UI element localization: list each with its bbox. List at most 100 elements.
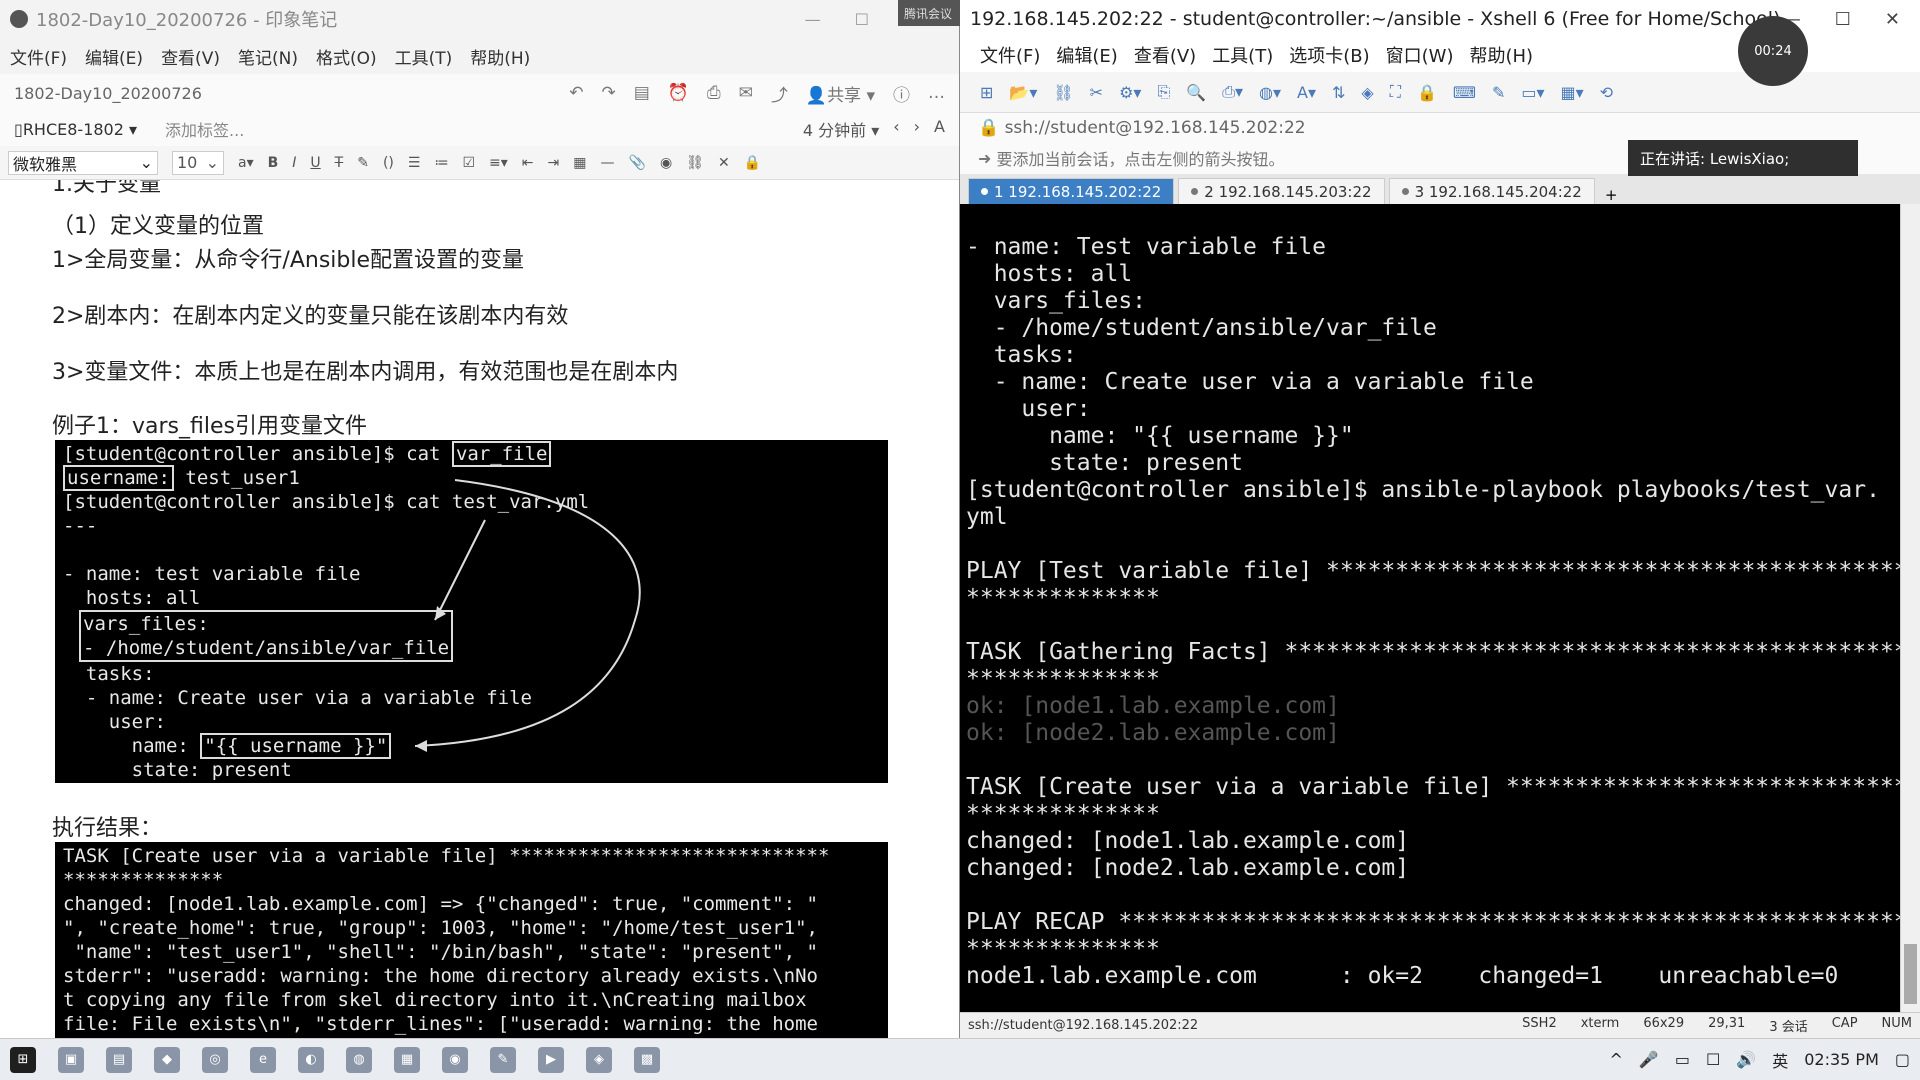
- refresh-icon[interactable]: ⟲: [1600, 83, 1613, 102]
- layout-icon[interactable]: ▭▾: [1521, 83, 1544, 102]
- menu-view[interactable]: 查看(V): [1134, 42, 1196, 68]
- copy-icon[interactable]: ⎘: [1157, 82, 1170, 102]
- add-tag-input[interactable]: 添加标签...: [165, 117, 244, 141]
- app-icon-6[interactable]: ◉: [442, 1046, 468, 1073]
- link-icon[interactable]: ⛓: [686, 155, 704, 171]
- terminal-scrollbar[interactable]: [1900, 204, 1920, 1012]
- share-button[interactable]: 👤共享 ▾: [806, 81, 875, 106]
- menu-help[interactable]: 帮助(H): [1469, 42, 1533, 68]
- reminder-icon[interactable]: ⏰: [668, 83, 689, 103]
- undo-icon[interactable]: ↶: [569, 83, 583, 103]
- mic-icon[interactable]: 🎤: [1639, 1050, 1659, 1069]
- tile-icon[interactable]: ▦▾: [1561, 83, 1584, 102]
- globe-icon[interactable]: ◍▾: [1259, 83, 1281, 102]
- battery-icon[interactable]: ▭: [1675, 1050, 1690, 1069]
- font-color-icon[interactable]: A: [934, 117, 945, 141]
- print-icon[interactable]: ⎙: [707, 83, 721, 103]
- encrypt-icon[interactable]: 🔒: [744, 155, 761, 171]
- menu-edit[interactable]: 编辑(E): [1056, 42, 1117, 68]
- new-session-icon[interactable]: ⊞: [980, 83, 993, 102]
- highlight-icon[interactable]: ✎: [357, 155, 369, 171]
- session-tab-2[interactable]: 2 192.168.145.203:22: [1178, 178, 1385, 204]
- more-icon[interactable]: …: [928, 83, 945, 103]
- notebook-selector[interactable]: ▯RHCE8-1802 ▾: [14, 120, 137, 139]
- menu-window[interactable]: 窗口(W): [1386, 42, 1454, 68]
- address-bar[interactable]: 🔒 ssh://student@192.168.145.202:22: [960, 112, 1920, 142]
- menu-tools[interactable]: 工具(T): [1212, 42, 1273, 68]
- menu-file[interactable]: 文件(F): [10, 44, 67, 69]
- menu-edit[interactable]: 编辑(E): [85, 44, 143, 69]
- record-icon[interactable]: ◉: [660, 155, 672, 171]
- menu-help[interactable]: 帮助(H): [470, 44, 530, 69]
- hr-icon[interactable]: —: [601, 155, 615, 171]
- lock-icon[interactable]: 🔒: [1417, 83, 1437, 102]
- meeting-avatar[interactable]: 00:24: [1738, 16, 1808, 86]
- task-view-icon[interactable]: ▣: [58, 1046, 84, 1073]
- presentation-icon[interactable]: ▤: [634, 83, 650, 103]
- address-text[interactable]: ssh://student@192.168.145.202:22: [1005, 118, 1306, 138]
- script-icon[interactable]: ✎: [1492, 83, 1505, 102]
- text-color-icon[interactable]: a▾: [238, 155, 254, 171]
- connect-icon[interactable]: ⛓: [1053, 83, 1073, 102]
- clear-format-icon[interactable]: ✕: [718, 155, 730, 171]
- fullscreen-icon[interactable]: ⛶: [1390, 82, 1401, 102]
- app-icon-7[interactable]: ◈: [586, 1046, 612, 1073]
- code-icon[interactable]: (): [383, 155, 394, 171]
- volume-icon[interactable]: 🔊: [1736, 1050, 1756, 1069]
- redo-icon[interactable]: ↷: [602, 83, 616, 103]
- numbered-list-icon[interactable]: ≔: [434, 155, 448, 171]
- menu-format[interactable]: 格式(O): [316, 44, 377, 69]
- font-family-select[interactable]: 微软雅黑 ⌄: [8, 150, 158, 175]
- menu-tabs[interactable]: 选项卡(B): [1289, 42, 1369, 68]
- open-folder-icon[interactable]: 📂▾: [1009, 83, 1037, 102]
- underline-icon[interactable]: U: [310, 155, 320, 171]
- clock[interactable]: 02:35 PM: [1804, 1050, 1879, 1069]
- edge-icon[interactable]: e: [250, 1046, 276, 1073]
- outdent-icon[interactable]: ⇤: [522, 155, 534, 171]
- app-icon-4[interactable]: ◍: [346, 1046, 372, 1073]
- attach-icon[interactable]: 📎: [629, 155, 646, 171]
- share-icon[interactable]: ⤴: [771, 81, 788, 106]
- properties-icon[interactable]: ⚙▾: [1119, 83, 1141, 102]
- font-icon[interactable]: A▾: [1297, 83, 1316, 102]
- font-size-select[interactable]: 10 ⌄: [172, 150, 224, 175]
- find-icon[interactable]: 🔍: [1186, 83, 1206, 102]
- menu-tools[interactable]: 工具(T): [395, 44, 453, 69]
- indent-icon[interactable]: ⇥: [548, 155, 560, 171]
- session-tab-3[interactable]: 3 192.168.145.204:22: [1388, 178, 1595, 204]
- app-icon-5[interactable]: ▦: [394, 1046, 420, 1073]
- print-icon[interactable]: ⎙▾: [1222, 82, 1243, 102]
- xshell-taskbar-icon[interactable]: ▶: [538, 1046, 564, 1073]
- keyboard-icon[interactable]: ⌨: [1453, 83, 1476, 102]
- session-tab-1[interactable]: 1 192.168.145.202:22: [968, 178, 1175, 204]
- menu-note[interactable]: 笔记(N): [238, 44, 298, 69]
- xftp-icon[interactable]: ◈: [1361, 83, 1373, 102]
- chat-icon[interactable]: ✉: [739, 83, 753, 103]
- bookmark-icon[interactable]: ➜: [978, 149, 997, 168]
- menu-view[interactable]: 查看(V): [161, 44, 220, 69]
- new-tab-icon[interactable]: +: [1599, 186, 1624, 204]
- app-icon-1[interactable]: ◆: [154, 1046, 180, 1073]
- minimize-icon[interactable]: —: [805, 10, 821, 29]
- terminal-output[interactable]: - name: Test variable file hosts: all va…: [960, 204, 1900, 1012]
- bold-icon[interactable]: B: [268, 155, 279, 171]
- app-icon-2[interactable]: ◎: [202, 1046, 228, 1073]
- table-icon[interactable]: ▦: [573, 155, 586, 171]
- file-explorer-icon[interactable]: ▤: [106, 1046, 132, 1073]
- menu-file[interactable]: 文件(F): [980, 42, 1040, 68]
- next-note-icon[interactable]: ›: [914, 117, 920, 141]
- ime-icon[interactable]: 英: [1772, 1048, 1788, 1072]
- network-icon[interactable]: ☐: [1706, 1050, 1720, 1069]
- align-icon[interactable]: ≡▾: [489, 155, 508, 171]
- info-icon[interactable]: ⓘ: [893, 81, 910, 106]
- prev-note-icon[interactable]: ‹: [893, 117, 899, 141]
- scrollbar-thumb[interactable]: [1904, 944, 1917, 1004]
- start-icon[interactable]: ⊞: [10, 1046, 36, 1073]
- disconnect-icon[interactable]: ✂: [1090, 83, 1103, 102]
- note-title[interactable]: 1802-Day10_20200726: [14, 84, 202, 103]
- bullet-list-icon[interactable]: ☰: [408, 155, 421, 171]
- transfer-icon[interactable]: ⇅: [1332, 83, 1345, 102]
- evernote-taskbar-icon[interactable]: ✎: [490, 1046, 516, 1073]
- note-body[interactable]: 1.关于变量 （1）定义变量的位置 1>全局变量：从命令行/Ansible配置设…: [0, 180, 959, 1038]
- app-icon-8[interactable]: ▩: [634, 1046, 660, 1073]
